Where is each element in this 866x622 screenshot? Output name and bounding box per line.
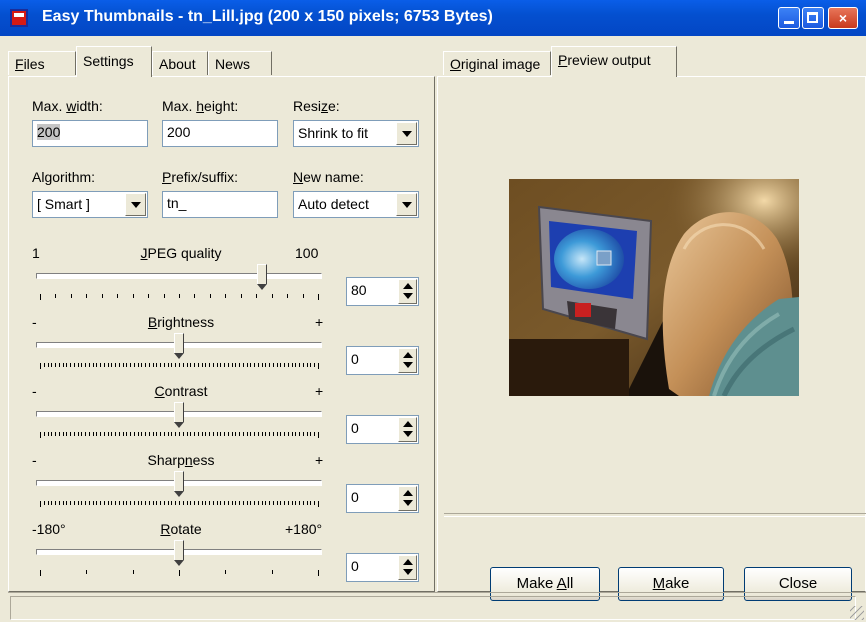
tab-files[interactable]: Files xyxy=(8,51,76,75)
prefix-suffix-label: Prefix/suffix: xyxy=(162,169,238,185)
new-name-label: New name: xyxy=(293,169,364,185)
slider-thumb[interactable] xyxy=(256,264,267,290)
slider-value-spinner[interactable]: 0 xyxy=(346,484,419,513)
settings-panel: Max. width: 200 Max. height: 200 Resize:… xyxy=(8,76,435,592)
slider-min-label: - xyxy=(32,383,37,399)
slider-title: Brightness xyxy=(147,314,215,330)
slider-ticks xyxy=(40,432,320,438)
slider-track[interactable] xyxy=(36,273,322,279)
slider-min-label: - xyxy=(32,314,37,330)
slider-thumb[interactable] xyxy=(174,471,184,497)
chevron-down-icon[interactable] xyxy=(396,122,417,145)
max-width-input[interactable]: 200 xyxy=(32,120,148,147)
resize-label: Resize: xyxy=(293,98,340,114)
spinner-value[interactable]: 0 xyxy=(351,351,359,367)
slider-thumb[interactable] xyxy=(174,333,184,359)
spinner-value[interactable]: 80 xyxy=(351,282,367,298)
chevron-down-icon[interactable] xyxy=(396,193,417,216)
slider-min-label: -180° xyxy=(32,521,66,537)
prefix-suffix-input[interactable]: tn_ xyxy=(162,191,278,218)
max-height-input[interactable]: 200 xyxy=(162,120,278,147)
spinner-arrows-icon[interactable] xyxy=(398,486,417,511)
minimize-icon xyxy=(784,21,794,24)
slider-value-spinner[interactable]: 0 xyxy=(346,415,419,444)
tab-news[interactable]: News xyxy=(208,51,272,75)
spinner-value[interactable]: 0 xyxy=(351,558,359,574)
spinner-arrows-icon[interactable] xyxy=(398,279,417,304)
spinner-arrows-icon[interactable] xyxy=(398,555,417,580)
divider xyxy=(444,513,866,517)
slider-value-spinner[interactable]: 80 xyxy=(346,277,419,306)
spinner-value[interactable]: 0 xyxy=(351,420,359,436)
app-icon xyxy=(10,9,28,27)
minimize-button[interactable] xyxy=(778,7,800,29)
chevron-down-icon[interactable] xyxy=(125,193,146,216)
maximize-icon xyxy=(807,12,818,23)
new-name-select[interactable]: Auto detect xyxy=(293,191,419,218)
preview-image xyxy=(509,179,799,396)
status-bar xyxy=(8,592,866,622)
title-bar: Easy Thumbnails - tn_Lill.jpg (200 x 150… xyxy=(0,0,866,36)
slider-title: Sharpness xyxy=(147,452,215,468)
thumbnail-photo xyxy=(509,179,799,396)
spinner-arrows-icon[interactable] xyxy=(398,348,417,373)
slider-ticks xyxy=(40,501,320,507)
window-title: Easy Thumbnails - tn_Lill.jpg (200 x 150… xyxy=(42,8,493,25)
slider-max-label: + xyxy=(315,452,324,468)
spinner-arrows-icon[interactable] xyxy=(398,417,417,442)
status-pane xyxy=(10,596,856,620)
left-tab-bar: Files Settings About News xyxy=(8,46,435,77)
max-height-label: Max. height: xyxy=(162,98,239,114)
tab-about[interactable]: About xyxy=(152,51,208,75)
tab-preview-output[interactable]: Preview output xyxy=(551,46,677,77)
slider-title: JPEG quality xyxy=(140,245,222,261)
slider-max-label: + xyxy=(315,314,324,330)
slider-max-label: 100 xyxy=(295,245,319,261)
slider-max-label: + xyxy=(315,383,324,399)
max-width-label: Max. width: xyxy=(32,98,103,114)
spinner-value[interactable]: 0 xyxy=(351,489,359,505)
slider-value-spinner[interactable]: 0 xyxy=(346,346,419,375)
slider-ticks xyxy=(40,570,320,576)
slider-thumb[interactable] xyxy=(174,402,184,428)
algorithm-select[interactable]: [ Smart ] xyxy=(32,191,148,218)
slider-value-spinner[interactable]: 0 xyxy=(346,553,419,582)
tab-original-image[interactable]: Original image xyxy=(443,51,551,75)
slider-title: Rotate xyxy=(160,521,202,537)
resize-select[interactable]: Shrink to fit xyxy=(293,120,419,147)
close-icon: × xyxy=(838,10,848,26)
slider-min-label: 1 xyxy=(32,245,40,261)
slider-ticks xyxy=(40,294,320,300)
slider-title: Contrast xyxy=(154,383,208,399)
slider-thumb[interactable] xyxy=(174,540,184,566)
algorithm-label: Algorithm: xyxy=(32,169,96,185)
slider-max-label: +180° xyxy=(285,521,323,537)
slider-min-label: - xyxy=(32,452,37,468)
resize-grip-icon[interactable] xyxy=(850,606,864,620)
maximize-button[interactable] xyxy=(802,7,824,29)
close-window-button[interactable]: × xyxy=(828,7,858,29)
tab-settings[interactable]: Settings xyxy=(76,46,152,77)
settings-pane: Files Settings About News Max. width: 20… xyxy=(8,46,435,592)
slider-ticks xyxy=(40,363,320,369)
